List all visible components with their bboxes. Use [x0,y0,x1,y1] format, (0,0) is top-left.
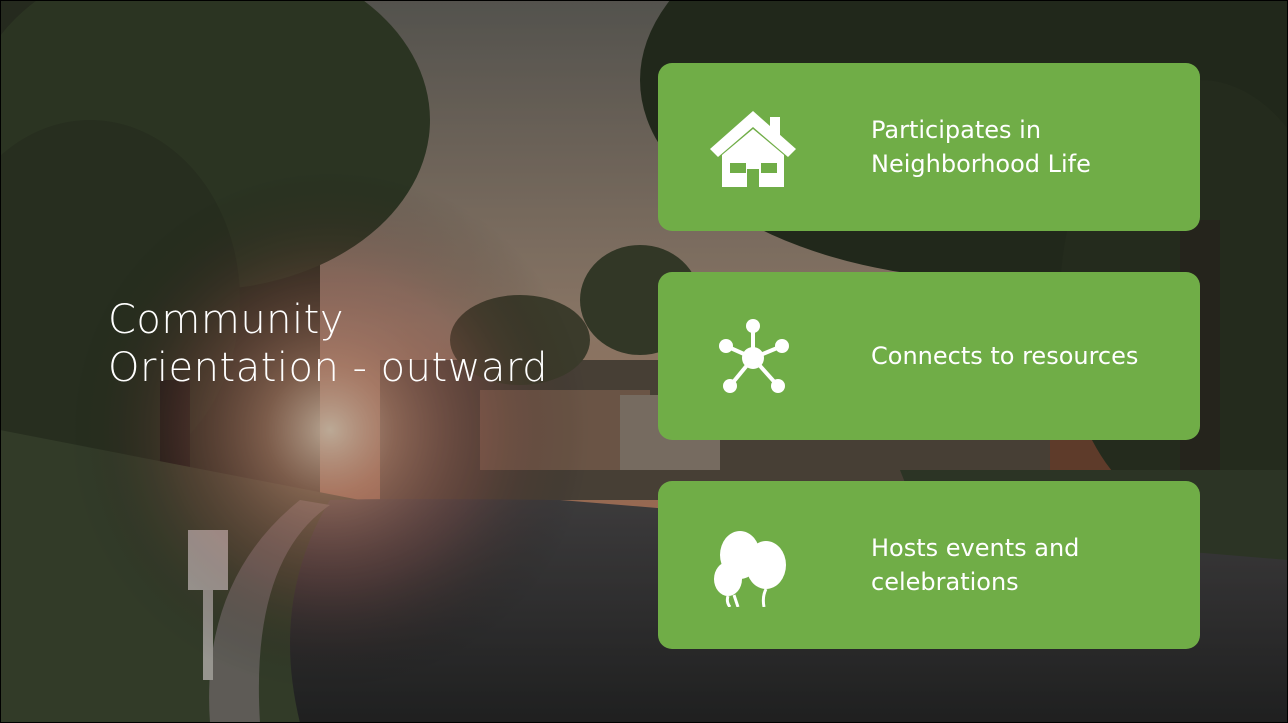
title-line-2: Orientation - outward [108,345,549,391]
card-label: Connects to resources [871,342,1139,370]
card-hosts-events: Hosts events and celebrations [658,481,1200,649]
card-neighborhood-life: Participates in Neighborhood Life [658,63,1200,231]
balloons-icon [708,527,798,607]
network-icon [708,318,798,398]
card-label: Hosts events and celebrations [871,534,1080,596]
card-connects-resources: Connects to resources [658,272,1200,440]
slide: Community Orientation - outward Particip… [0,0,1288,723]
card-label: Participates in Neighborhood Life [871,116,1091,178]
title-line-1: Community [108,297,345,343]
slide-title: Community Orientation - outward [108,296,648,392]
house-icon [708,109,798,189]
